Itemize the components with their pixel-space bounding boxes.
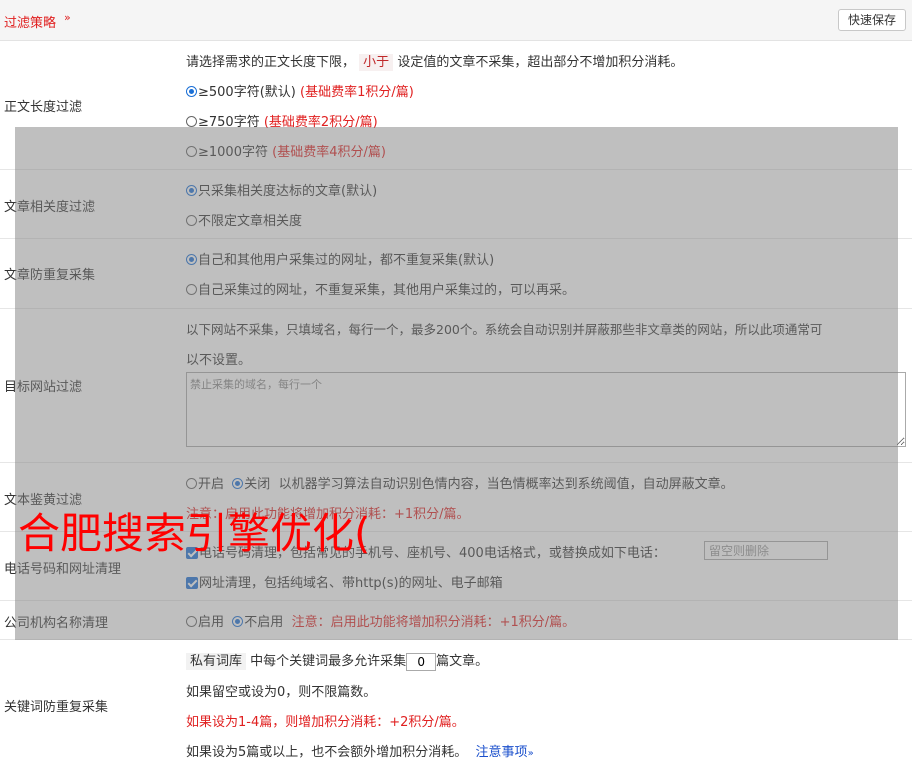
radio-icon[interactable] — [186, 116, 197, 127]
relevance-option-unlimited[interactable]: 不限定文章相关度 — [186, 210, 302, 229]
blocked-domains-textarea[interactable] — [186, 372, 906, 447]
checkbox-checked-icon[interactable] — [186, 547, 198, 559]
radio-selected-icon[interactable] — [232, 616, 244, 627]
replacement-phone-input[interactable] — [704, 541, 828, 560]
org-clean-options: 启用 不启用 注意：启用此功能将增加积分消耗：+1积分/篇。 — [186, 611, 575, 630]
relevance-option-qualified[interactable]: 只采集相关度达标的文章(默认) — [186, 180, 377, 199]
length-filter-desc: 请选择需求的正文长度下限， 小于 设定值的文章不采集，超出部分不增加积分消耗。 — [186, 54, 684, 71]
length-filter-row: 正文长度过滤 请选择需求的正文长度下限， 小于 设定值的文章不采集，超出部分不增… — [0, 41, 912, 170]
org-clean-on-option[interactable]: 启用 — [186, 615, 224, 630]
length-filter-label: 正文长度过滤 — [4, 100, 83, 115]
keyword-dedupe-line-1: 私有词库 中每个关键词最多允许采集篇文章。 — [186, 650, 488, 671]
radio-selected-icon[interactable] — [186, 86, 197, 97]
keyword-dedupe-line-4: 如果设为5篇或以上，也不会额外增加积分消耗。 注意事项» — [186, 745, 534, 760]
notes-link[interactable]: 注意事项» — [476, 745, 534, 760]
phone-clean-option[interactable]: 电话号码清理，包括常见的手机号、座机号、400电话格式，或替换成如下电话： — [186, 542, 666, 561]
keyword-dedupe-row: 关键词防重复采集 私有词库 中每个关键词最多允许采集篇文章。 如果留空或设为0，… — [0, 640, 912, 768]
max-articles-per-keyword-input[interactable] — [406, 652, 437, 671]
porn-filter-off-option[interactable]: 关闭 — [232, 477, 270, 492]
site-filter-label: 目标网站过滤 — [4, 380, 83, 395]
length-option-750[interactable]: ≥750字符 (基础费率2积分/篇) — [186, 111, 378, 130]
org-clean-label: 公司机构名称清理 — [4, 616, 109, 631]
radio-icon[interactable] — [186, 478, 197, 489]
length-option-500[interactable]: ≥500字符(默认) (基础费率1积分/篇) — [186, 81, 414, 100]
porn-filter-desc: 以机器学习算法自动识别色情内容，当色情概率达到系统阈值，自动屏蔽文章。 — [278, 477, 734, 492]
porn-filter-label: 文本鉴黄过滤 — [4, 493, 83, 508]
less-than-tag: 小于 — [359, 54, 394, 71]
length-option-1000[interactable]: ≥1000字符 (基础费率4积分/篇) — [186, 141, 386, 160]
relevance-row: 文章相关度过滤 只采集相关度达标的文章(默认) 不限定文章相关度 — [0, 170, 912, 239]
keyword-dedupe-label: 关键词防重复采集 — [4, 700, 109, 715]
dedupe-option-all[interactable]: 自己和其他用户采集过的网址，都不重复采集(默认) — [186, 249, 494, 268]
radio-icon[interactable] — [186, 146, 197, 157]
contact-clean-label: 电话号码和网址清理 — [4, 562, 122, 577]
org-clean-row: 公司机构名称清理 启用 不启用 注意：启用此功能将增加积分消耗：+1积分/篇。 — [0, 601, 912, 640]
site-filter-desc-1: 以下网站不采集，只填域名，每行一个，最多200个。系统会自动识别并屏蔽那些非文章… — [186, 322, 823, 337]
dedupe-row: 文章防重复采集 自己和其他用户采集过的网址，都不重复采集(默认) 自己采集过的网… — [0, 239, 912, 309]
org-clean-off-option[interactable]: 不启用 — [232, 615, 283, 630]
porn-filter-note: 注意：启用此功能将增加积分消耗：+1积分/篇。 — [186, 507, 470, 522]
url-clean-option[interactable]: 网址清理，包括纯域名、带http(s)的网址、电子邮箱 — [186, 572, 503, 591]
keyword-dedupe-line-2: 如果留空或设为0，则不限篇数。 — [186, 685, 377, 700]
radio-selected-icon[interactable] — [186, 254, 197, 265]
radio-icon[interactable] — [186, 616, 197, 627]
quick-save-button[interactable]: 快速保存 — [837, 9, 906, 31]
private-lexicon-tag[interactable]: 私有词库 — [186, 653, 247, 670]
radio-selected-icon[interactable] — [186, 185, 197, 196]
chevron-down-icon: » — [527, 748, 534, 759]
radio-selected-icon[interactable] — [232, 478, 244, 489]
chevron-down-icon[interactable]: » — [64, 11, 71, 24]
site-filter-desc-2: 以不设置。 — [186, 353, 252, 368]
dedupe-label: 文章防重复采集 — [4, 268, 96, 283]
radio-icon[interactable] — [186, 284, 197, 295]
porn-filter-options: 开启 关闭 以机器学习算法自动识别色情内容，当色情概率达到系统阈值，自动屏蔽文章… — [186, 473, 734, 492]
section-title[interactable]: 过滤策略 — [4, 12, 56, 31]
relevance-label: 文章相关度过滤 — [4, 200, 96, 215]
org-clean-note: 注意：启用此功能将增加积分消耗：+1积分/篇。 — [291, 615, 576, 630]
porn-filter-on-option[interactable]: 开启 — [186, 477, 224, 492]
porn-filter-row: 文本鉴黄过滤 开启 关闭 以机器学习算法自动识别色情内容，当色情概率达到系统阈值… — [0, 463, 912, 532]
filter-strategy-header: 过滤策略 » 快速保存 — [0, 0, 912, 41]
checkbox-checked-icon[interactable] — [186, 577, 198, 589]
dedupe-option-self[interactable]: 自己采集过的网址，不重复采集，其他用户采集过的，可以再采。 — [186, 279, 575, 298]
keyword-dedupe-line-3: 如果设为1-4篇，则增加积分消耗：+2积分/篇。 — [186, 715, 465, 730]
radio-icon[interactable] — [186, 215, 197, 226]
